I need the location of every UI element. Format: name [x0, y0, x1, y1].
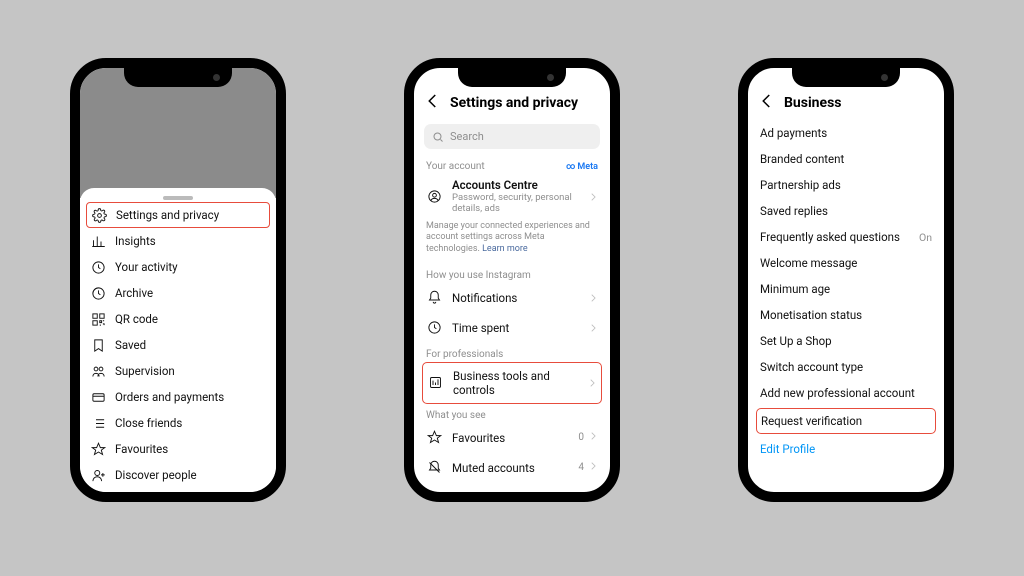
chevron-right-icon [588, 323, 598, 333]
menu-supervision[interactable]: Supervision [80, 358, 276, 384]
supervision-icon [90, 363, 106, 379]
menu-label: Insights [115, 234, 156, 248]
menu-label: Archive [115, 286, 153, 300]
chevron-right-icon [588, 431, 598, 444]
menu-saved[interactable]: Saved [80, 332, 276, 358]
row-business-tools[interactable]: Business tools and controls [422, 362, 602, 404]
phone-business: Business Ad payments Branded content Par… [738, 58, 954, 502]
screen: Settings and privacy Search Your account… [414, 68, 610, 492]
bookmark-icon [90, 337, 106, 353]
search-placeholder: Search [450, 130, 484, 143]
bottom-sheet: Settings and privacy Insights Your activ… [80, 188, 276, 492]
accounts-centre-row[interactable]: Accounts Centre Password, security, pers… [414, 174, 610, 219]
section-how-you-use: How you use Instagram [414, 264, 610, 283]
menu-label: Close friends [115, 416, 182, 430]
account-icon [426, 188, 442, 204]
drag-handle[interactable] [163, 196, 193, 200]
search-icon [432, 131, 444, 143]
row-saved-replies[interactable]: Saved replies [748, 198, 944, 224]
search-field[interactable]: Search [424, 124, 600, 149]
meta-note: Manage your connected experiences and ac… [414, 219, 610, 264]
archive-icon [90, 285, 106, 301]
menu-label: Saved [115, 338, 146, 352]
accounts-centre-title: Accounts Centre [452, 178, 578, 192]
row-edit-profile[interactable]: Edit Profile [748, 436, 944, 462]
business-icon [427, 375, 443, 391]
row-time-spent[interactable]: Time spent [414, 313, 610, 343]
row-faq[interactable]: Frequently asked questionsOn [748, 224, 944, 250]
row-minimum-age[interactable]: Minimum age [748, 276, 944, 302]
menu-label: Settings and privacy [116, 208, 219, 222]
menu-orders-payments[interactable]: Orders and payments [80, 384, 276, 410]
list-icon [90, 415, 106, 431]
chart-icon [90, 233, 106, 249]
screen: Settings and privacy Insights Your activ… [80, 68, 276, 492]
row-set-up-shop[interactable]: Set Up a Shop [748, 328, 944, 354]
row-welcome-message[interactable]: Welcome message [748, 250, 944, 276]
gear-icon [91, 207, 107, 223]
card-icon [90, 389, 106, 405]
row-request-verification[interactable]: Request verification [756, 408, 936, 434]
menu-label: Favourites [115, 442, 168, 456]
mute-icon [426, 460, 442, 476]
clock-icon [90, 259, 106, 275]
menu-your-activity[interactable]: Your activity [80, 254, 276, 280]
qr-icon [90, 311, 106, 327]
person-plus-icon [90, 467, 106, 483]
notch [124, 67, 232, 87]
profile-background [80, 68, 276, 198]
notch [792, 67, 900, 87]
section-your-account: Your account Meta [414, 155, 610, 174]
menu-qr-code[interactable]: QR code [80, 306, 276, 332]
row-notifications[interactable]: Notifications [414, 283, 610, 313]
row-partnership-ads[interactable]: Partnership ads [748, 172, 944, 198]
clock-icon [426, 320, 442, 336]
page-title: Business [784, 95, 841, 111]
menu-favourites[interactable]: Favourites [80, 436, 276, 462]
star-icon [90, 441, 106, 457]
menu-label: QR code [115, 312, 158, 326]
page-title: Settings and privacy [450, 95, 578, 111]
row-ad-payments[interactable]: Ad payments [748, 120, 944, 146]
menu-settings-privacy[interactable]: Settings and privacy [86, 202, 270, 228]
menu-label: Orders and payments [115, 390, 224, 404]
faq-value: On [919, 231, 932, 244]
star-icon [426, 430, 442, 446]
menu-label: Discover people [115, 468, 197, 482]
back-button[interactable] [758, 92, 776, 114]
menu-label: Supervision [115, 364, 175, 378]
menu-archive[interactable]: Archive [80, 280, 276, 306]
chevron-right-icon [588, 461, 598, 474]
row-branded-content[interactable]: Branded content [748, 146, 944, 172]
row-muted[interactable]: Muted accounts 4 [414, 453, 610, 483]
section-for-professionals: For professionals [414, 343, 610, 362]
learn-more-link[interactable]: Learn more [482, 244, 528, 254]
bell-icon [426, 290, 442, 306]
row-add-professional-account[interactable]: Add new professional account [748, 380, 944, 406]
phone-settings: Settings and privacy Search Your account… [404, 58, 620, 502]
back-button[interactable] [424, 92, 442, 114]
screen: Business Ad payments Branded content Par… [748, 68, 944, 492]
accounts-centre-sub: Password, security, personal details, ad… [452, 192, 578, 215]
menu-close-friends[interactable]: Close friends [80, 410, 276, 436]
section-what-you-see: What you see [414, 404, 610, 423]
chevron-right-icon [587, 378, 597, 388]
notch [458, 67, 566, 87]
menu-insights[interactable]: Insights [80, 228, 276, 254]
phone-menu: Settings and privacy Insights Your activ… [70, 58, 286, 502]
meta-badge: Meta [566, 162, 598, 172]
menu-label: Your activity [115, 260, 178, 274]
chevron-right-icon [588, 187, 598, 206]
row-monetisation-status[interactable]: Monetisation status [748, 302, 944, 328]
menu-discover-people[interactable]: Discover people [80, 462, 276, 488]
row-switch-account-type[interactable]: Switch account type [748, 354, 944, 380]
chevron-right-icon [588, 293, 598, 303]
row-favourites[interactable]: Favourites 0 [414, 423, 610, 453]
